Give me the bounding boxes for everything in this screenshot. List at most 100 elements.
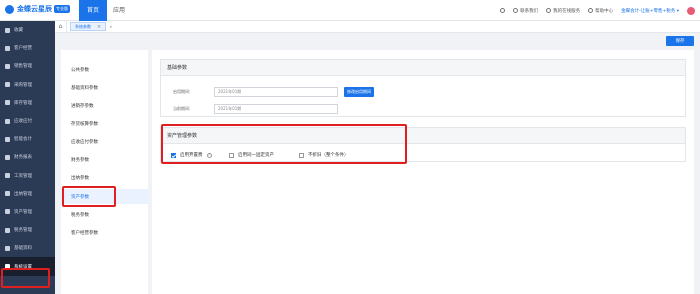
menu-item-stock-costing[interactable]: 存货核算参数 — [61, 116, 148, 131]
option-no-depreciation[interactable]: 不折旧（整个条件） — [299, 152, 349, 158]
nav-tab-home[interactable]: 首页 — [79, 0, 108, 21]
online-service-link[interactable]: 我的在线服务 — [546, 8, 580, 14]
enable-period-row: 启用期间: 2021年01期 修改启用期间 — [173, 87, 374, 97]
sidebar-item-label: 客户经营 — [14, 46, 32, 52]
gear-icon — [5, 264, 10, 270]
menu-item-inventory-flow[interactable]: 进销存参数 — [61, 98, 148, 113]
page-tab-strip: ⌂ 系统参数 × ∨ — [55, 20, 700, 33]
sidebar-item-label: 销售管理 — [14, 64, 32, 70]
sidebar-item-label: 出纳管理 — [14, 191, 32, 197]
sales-icon — [5, 63, 10, 69]
sidebar-item-label: 工资管理 — [14, 173, 32, 179]
close-icon[interactable]: × — [97, 24, 101, 30]
top-bar: 金蝶云星辰 专业版 首页 应用 联系我们 我的在线服务 帮助中心 金蝶会计-让账… — [0, 0, 700, 21]
brand-name: 金蝶云星辰 — [17, 5, 52, 13]
database-icon — [5, 245, 10, 251]
current-period-field: 2021年01期 — [214, 104, 338, 114]
enable-period-field[interactable]: 2021年01期 — [214, 87, 338, 97]
avatar[interactable] — [687, 6, 695, 15]
sidebar-item-customers[interactable]: 客户经营 — [0, 39, 55, 57]
tab-label: 系统参数 — [75, 23, 91, 29]
brand-logo[interactable]: 金蝶云星辰 专业版 — [5, 4, 70, 14]
sidebar-item-label: 应收应付 — [14, 119, 32, 125]
menu-item-basic-data[interactable]: 基础资料参数 — [61, 80, 148, 95]
cashier-icon — [5, 191, 10, 197]
help-center-label: 帮助中心 — [595, 8, 614, 14]
nav-tab-apps[interactable]: 应用 — [105, 0, 133, 21]
money-icon — [5, 118, 10, 124]
option-label: 启用弃置费 — [180, 153, 203, 158]
top-right-actions: 联系我们 我的在线服务 帮助中心 金蝶会计-让账+零售+税务 ▾ — [500, 0, 695, 21]
checkbox-icon[interactable] — [229, 152, 234, 158]
sidebar-item-label: 采购管理 — [14, 82, 32, 88]
sidebar-item-label: 资产管理 — [14, 209, 32, 215]
edit-enable-period-button[interactable]: 修改启用期间 — [344, 87, 374, 97]
report-icon — [5, 154, 10, 160]
chevron-down-icon[interactable]: ∨ — [109, 24, 112, 29]
menu-item-tax[interactable]: 税务参数 — [61, 207, 148, 222]
star-icon — [5, 27, 10, 33]
checkbox-icon[interactable] — [299, 152, 304, 158]
settings-content: 基础参数 启用期间: 2021年01期 修改启用期间 当前期间: 2021年01… — [152, 50, 694, 294]
menu-item-assets[interactable]: 资产参数 — [61, 189, 148, 204]
asset-params-panel: 资产管理参数 启用弃置费 ? 启用同一固定资产 不折旧（整个条件） — [160, 127, 686, 162]
menu-item-receivables[interactable]: 应收应付参数 — [61, 134, 148, 149]
sidebar-item-purchase[interactable]: 采购管理 — [0, 76, 55, 94]
menu-item-cashier[interactable]: 出纳参数 — [61, 170, 148, 185]
home-icon[interactable]: ⌂ — [55, 20, 67, 33]
menu-item-common[interactable]: 公共参数 — [61, 62, 148, 77]
option-label: 不折旧（整个条件） — [308, 153, 349, 158]
box-icon — [5, 100, 10, 106]
search-icon[interactable] — [500, 8, 506, 13]
contact-us-link[interactable]: 联系我们 — [513, 8, 538, 14]
sidebar-item-reports[interactable]: 财务报表 — [0, 148, 55, 166]
settings-menu: 公共参数 基础资料参数 进销存参数 存货核算参数 应收应付参数 财务参数 出纳参… — [61, 50, 148, 294]
sidebar-item-basic-data[interactable]: 基础资料 — [0, 239, 55, 257]
payroll-icon — [5, 173, 10, 179]
sidebar-item-payroll[interactable]: 工资管理 — [0, 167, 55, 185]
sidebar-item-tax[interactable]: 税务管理 — [0, 221, 55, 239]
user-icon — [5, 45, 10, 51]
service-icon — [546, 8, 552, 13]
toolbar: 保存 — [55, 33, 700, 46]
enable-period-label: 启用期间: — [173, 89, 191, 94]
sidebar-item-label: 财务报表 — [14, 155, 32, 161]
basic-params-panel: 基础参数 启用期间: 2021年01期 修改启用期间 当前期间: 2021年01… — [160, 59, 686, 117]
current-period-label: 当前期间: — [173, 106, 191, 111]
sidebar-item-label: 库存管理 — [14, 100, 32, 106]
option-disposal-cost[interactable]: 启用弃置费 ? — [171, 152, 212, 158]
sidebar-item-favorites[interactable]: 收藏 — [0, 21, 55, 39]
main-sidebar: 收藏 客户经营 销售管理 采购管理 库存管理 应收应付 智能会计 财务报表 工资… — [0, 21, 55, 294]
tab-system-params[interactable]: 系统参数 × — [70, 22, 107, 31]
sidebar-item-receivables[interactable]: 应收应付 — [0, 112, 55, 130]
sidebar-item-sales[interactable]: 销售管理 — [0, 57, 55, 75]
sidebar-item-label: 基础资料 — [14, 246, 32, 252]
tax-icon — [5, 227, 10, 233]
sidebar-item-label: 收藏 — [14, 28, 23, 34]
asset-icon — [5, 209, 10, 215]
sidebar-item-inventory[interactable]: 库存管理 — [0, 94, 55, 112]
sidebar-item-accounting[interactable]: 智能会计 — [0, 130, 55, 148]
contact-icon — [513, 8, 519, 13]
sidebar-item-cashier[interactable]: 出纳管理 — [0, 185, 55, 203]
help-icon[interactable]: ? — [206, 152, 212, 158]
menu-item-finance[interactable]: 财务参数 — [61, 152, 148, 167]
ledger-icon — [5, 136, 10, 142]
menu-item-customer[interactable]: 客户经营参数 — [61, 225, 148, 240]
help-icon — [588, 8, 594, 13]
basic-params-title: 基础参数 — [161, 60, 685, 76]
sidebar-item-settings[interactable]: 系统设置 — [0, 257, 55, 276]
checkbox-checked-icon[interactable] — [171, 152, 176, 158]
current-period-row: 当前期间: 2021年01期 — [173, 104, 338, 114]
sidebar-item-label: 智能会计 — [14, 137, 32, 143]
option-label: 启用同一固定资产 — [238, 153, 274, 158]
brand-mark-icon — [5, 4, 14, 14]
asset-params-title: 资产管理参数 — [161, 128, 685, 144]
help-center-link[interactable]: 帮助中心 — [588, 8, 613, 14]
option-same-asset[interactable]: 启用同一固定资产 — [229, 152, 274, 158]
company-switcher[interactable]: 金蝶会计-让账+零售+税务 ▾ — [621, 8, 679, 14]
save-button[interactable]: 保存 — [666, 36, 694, 46]
cart-icon — [5, 82, 10, 88]
sidebar-item-assets[interactable]: 资产管理 — [0, 203, 55, 221]
sidebar-item-label: 系统设置 — [14, 264, 32, 270]
